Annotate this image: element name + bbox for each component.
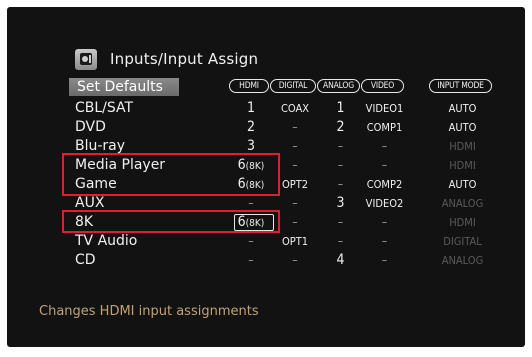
video-value[interactable]: – (364, 156, 405, 175)
analog-value[interactable]: – (320, 213, 361, 232)
input-mode-value[interactable]: AUTO (432, 99, 493, 118)
hdmi-value[interactable]: – (232, 251, 270, 270)
input-row-tv-audio[interactable]: TV Audio – OPT1 – – DIGITAL (7, 232, 525, 251)
column-header-analog: ANALOG (317, 79, 360, 93)
digital-value[interactable]: OPT1 (273, 232, 317, 251)
analog-value[interactable]: 2 (320, 118, 361, 137)
video-value[interactable]: – (364, 232, 405, 251)
menu-icon (75, 48, 97, 70)
input-name: TV Audio (75, 233, 138, 249)
column-header-digital: DIGITAL (270, 79, 316, 93)
input-mode-value[interactable]: HDMI (432, 156, 493, 175)
analog-value[interactable]: 3 (320, 194, 361, 213)
input-row-dvd[interactable]: DVD 2 – 2 COMP1 AUTO (7, 118, 525, 137)
screen: Inputs/Input Assign Set Defaults HDMI DI… (7, 7, 525, 347)
digital-value[interactable]: COAX (273, 99, 317, 118)
input-mode-value[interactable]: HDMI (432, 137, 493, 156)
column-header-video: VIDEO (361, 79, 404, 93)
highlight-box-8k (62, 210, 280, 233)
video-value[interactable]: COMP1 (364, 118, 405, 137)
input-name: CBL/SAT (75, 100, 134, 116)
input-row-cbl-sat[interactable]: CBL/SAT 1 COAX 1 VIDEO1 AUTO (7, 99, 525, 118)
analog-value[interactable]: – (320, 232, 361, 251)
analog-value[interactable]: – (320, 156, 361, 175)
hdmi-value[interactable]: – (232, 232, 270, 251)
input-mode-value[interactable]: AUTO (432, 175, 493, 194)
column-header-hdmi: HDMI (229, 79, 269, 93)
analog-value[interactable]: – (320, 175, 361, 194)
column-header-input-mode: INPUT MODE (429, 79, 492, 93)
highlight-box-media-player-game (62, 153, 280, 196)
input-name: DVD (75, 119, 106, 135)
analog-value[interactable]: 4 (320, 251, 361, 270)
video-value[interactable]: – (364, 213, 405, 232)
video-value[interactable]: COMP2 (364, 175, 405, 194)
input-row-cd[interactable]: CD – – 4 – ANALOG (7, 251, 525, 270)
hdmi-value[interactable]: 2 (232, 118, 270, 137)
input-mode-value[interactable]: DIGITAL (432, 232, 493, 251)
digital-value[interactable]: – (273, 251, 317, 270)
header: Inputs/Input Assign (75, 46, 258, 72)
input-name: CD (75, 252, 96, 268)
hdmi-value[interactable]: 1 (232, 99, 270, 118)
input-mode-value[interactable]: ANALOG (432, 251, 493, 270)
help-text: Changes HDMI input assignments (39, 304, 259, 319)
video-value[interactable]: – (364, 251, 405, 270)
page-title: Inputs/Input Assign (110, 50, 259, 68)
set-defaults-button[interactable]: Set Defaults (69, 78, 179, 96)
video-value[interactable]: VIDEO1 (364, 99, 405, 118)
digital-value[interactable]: – (273, 118, 317, 137)
input-mode-value[interactable]: ANALOG (432, 194, 493, 213)
analog-value[interactable]: 1 (320, 99, 361, 118)
analog-value[interactable]: – (320, 137, 361, 156)
video-value[interactable]: VIDEO2 (364, 194, 405, 213)
video-value[interactable]: – (364, 137, 405, 156)
input-mode-value[interactable]: AUTO (432, 118, 493, 137)
input-mode-value[interactable]: HDMI (432, 213, 493, 232)
